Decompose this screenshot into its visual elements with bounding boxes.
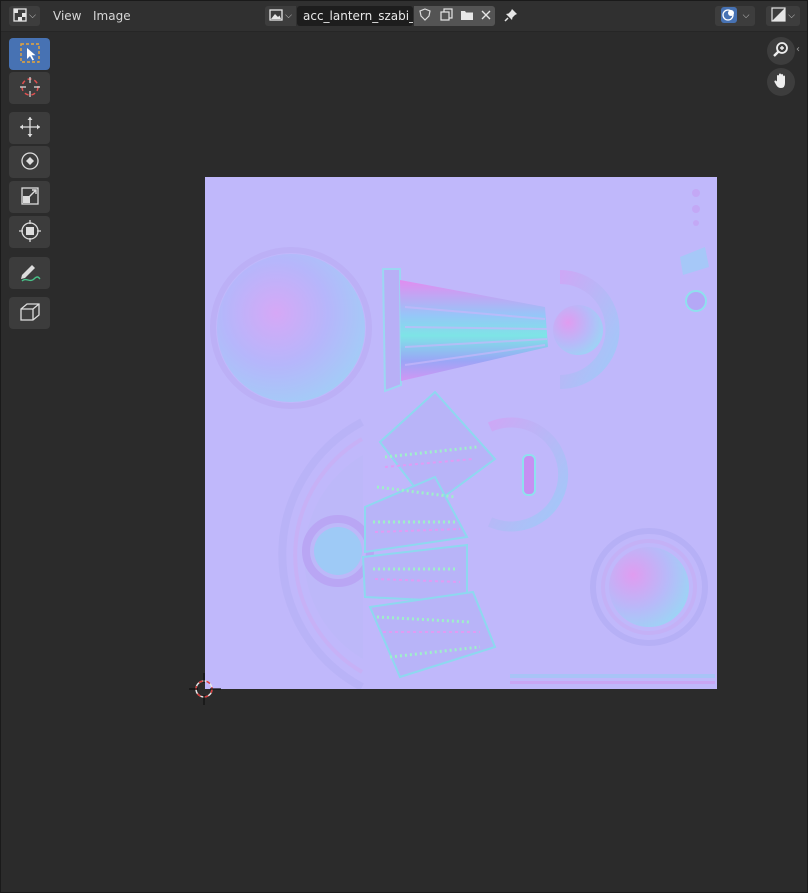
pin-button[interactable] xyxy=(501,6,521,26)
chevron-down-icon: ⌵ xyxy=(285,11,292,21)
tool-cursor[interactable] xyxy=(9,72,50,104)
shield-icon xyxy=(419,8,431,24)
image-browse-button[interactable]: ⌵ xyxy=(265,6,296,26)
unlink-image-button[interactable] xyxy=(477,6,495,26)
rotate-icon xyxy=(18,149,42,176)
normal-map-image[interactable] xyxy=(205,177,717,691)
move-icon xyxy=(18,115,42,142)
tool-select-box[interactable] xyxy=(9,38,50,70)
tool-rotate[interactable] xyxy=(9,146,50,178)
tool-annotate[interactable] xyxy=(9,257,50,289)
tool-transform[interactable] xyxy=(9,216,50,248)
pan-gizmo[interactable] xyxy=(767,68,795,96)
tool-scale[interactable] xyxy=(9,181,50,213)
sample-icon xyxy=(18,300,42,327)
scale-icon xyxy=(18,184,42,211)
chevron-down-icon: ⌵ xyxy=(788,11,795,21)
fake-user-button[interactable] xyxy=(414,6,436,26)
editor-type-button[interactable]: ⌵ xyxy=(9,6,40,26)
image-editor: ⌵ View Image ⌵ acc_lantern_szabi_N... xyxy=(0,0,808,893)
new-image-button[interactable] xyxy=(435,6,457,26)
image-editor-icon xyxy=(13,7,27,25)
chevron-down-icon: ⌵ xyxy=(29,11,36,21)
menu-view[interactable]: View xyxy=(49,6,85,26)
overlays-button[interactable]: ⌵ xyxy=(715,6,755,26)
display-channels-icon xyxy=(771,7,786,25)
image-name-field[interactable]: acc_lantern_szabi_N... xyxy=(297,6,413,26)
open-image-button[interactable] xyxy=(456,6,478,26)
display-channels-button[interactable]: ⌵ xyxy=(766,6,800,26)
chevron-left-icon[interactable]: ‹ xyxy=(796,44,800,55)
zoom-gizmo[interactable] xyxy=(767,37,795,65)
zoom-icon xyxy=(772,41,790,62)
editor-header: ⌵ View Image ⌵ acc_lantern_szabi_N... xyxy=(1,1,807,32)
overlays-icon xyxy=(720,6,737,26)
tool-move[interactable] xyxy=(9,112,50,144)
cursor-icon xyxy=(18,75,42,102)
transform-icon xyxy=(18,219,42,246)
2d-cursor[interactable] xyxy=(189,673,221,705)
folder-icon xyxy=(460,9,474,24)
pin-icon xyxy=(504,8,518,25)
chevron-down-icon: ⌵ xyxy=(742,11,750,21)
duplicate-icon xyxy=(439,8,453,24)
menu-image[interactable]: Image xyxy=(89,6,135,26)
image-browse-icon xyxy=(269,8,283,25)
close-icon xyxy=(481,9,491,23)
hand-icon xyxy=(772,72,790,93)
annotate-icon xyxy=(18,260,42,287)
tool-sample[interactable] xyxy=(9,297,50,329)
select-box-icon xyxy=(18,41,42,68)
